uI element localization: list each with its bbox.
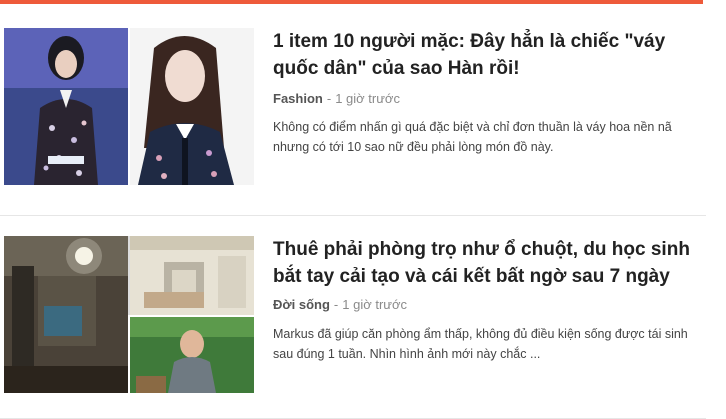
article-title[interactable]: Thuê phải phòng trọ như ổ chuột, du học … [273, 236, 703, 290]
article-thumbnail[interactable] [4, 236, 254, 393]
article-meta: Đời sống -1 giờ trước [273, 297, 407, 312]
article-category[interactable]: Đời sống [273, 297, 330, 312]
article-summary: Không có điểm nhấn gì quá đặc biệt và ch… [273, 120, 672, 154]
article-meta: Fashion -1 giờ trước [273, 91, 400, 106]
article-card[interactable]: 1 item 10 người mặc: Đây hẳn là chiếc "v… [0, 28, 706, 190]
article-time: 1 giờ trước [342, 297, 408, 312]
article-summary: Markus đã giúp căn phòng ẩm thấp, không … [273, 327, 688, 361]
top-accent-bar [0, 0, 703, 4]
meta-separator: - [326, 91, 332, 106]
article-category[interactable]: Fashion [273, 91, 323, 106]
article-card[interactable]: Thuê phải phòng trọ như ổ chuột, du học … [0, 236, 706, 398]
article-time: 1 giờ trước [335, 91, 400, 106]
article-divider [0, 215, 706, 216]
meta-separator: - [333, 297, 339, 312]
article-thumbnail[interactable] [4, 28, 254, 185]
article-title[interactable]: 1 item 10 người mặc: Đây hẳn là chiếc "v… [273, 28, 703, 82]
